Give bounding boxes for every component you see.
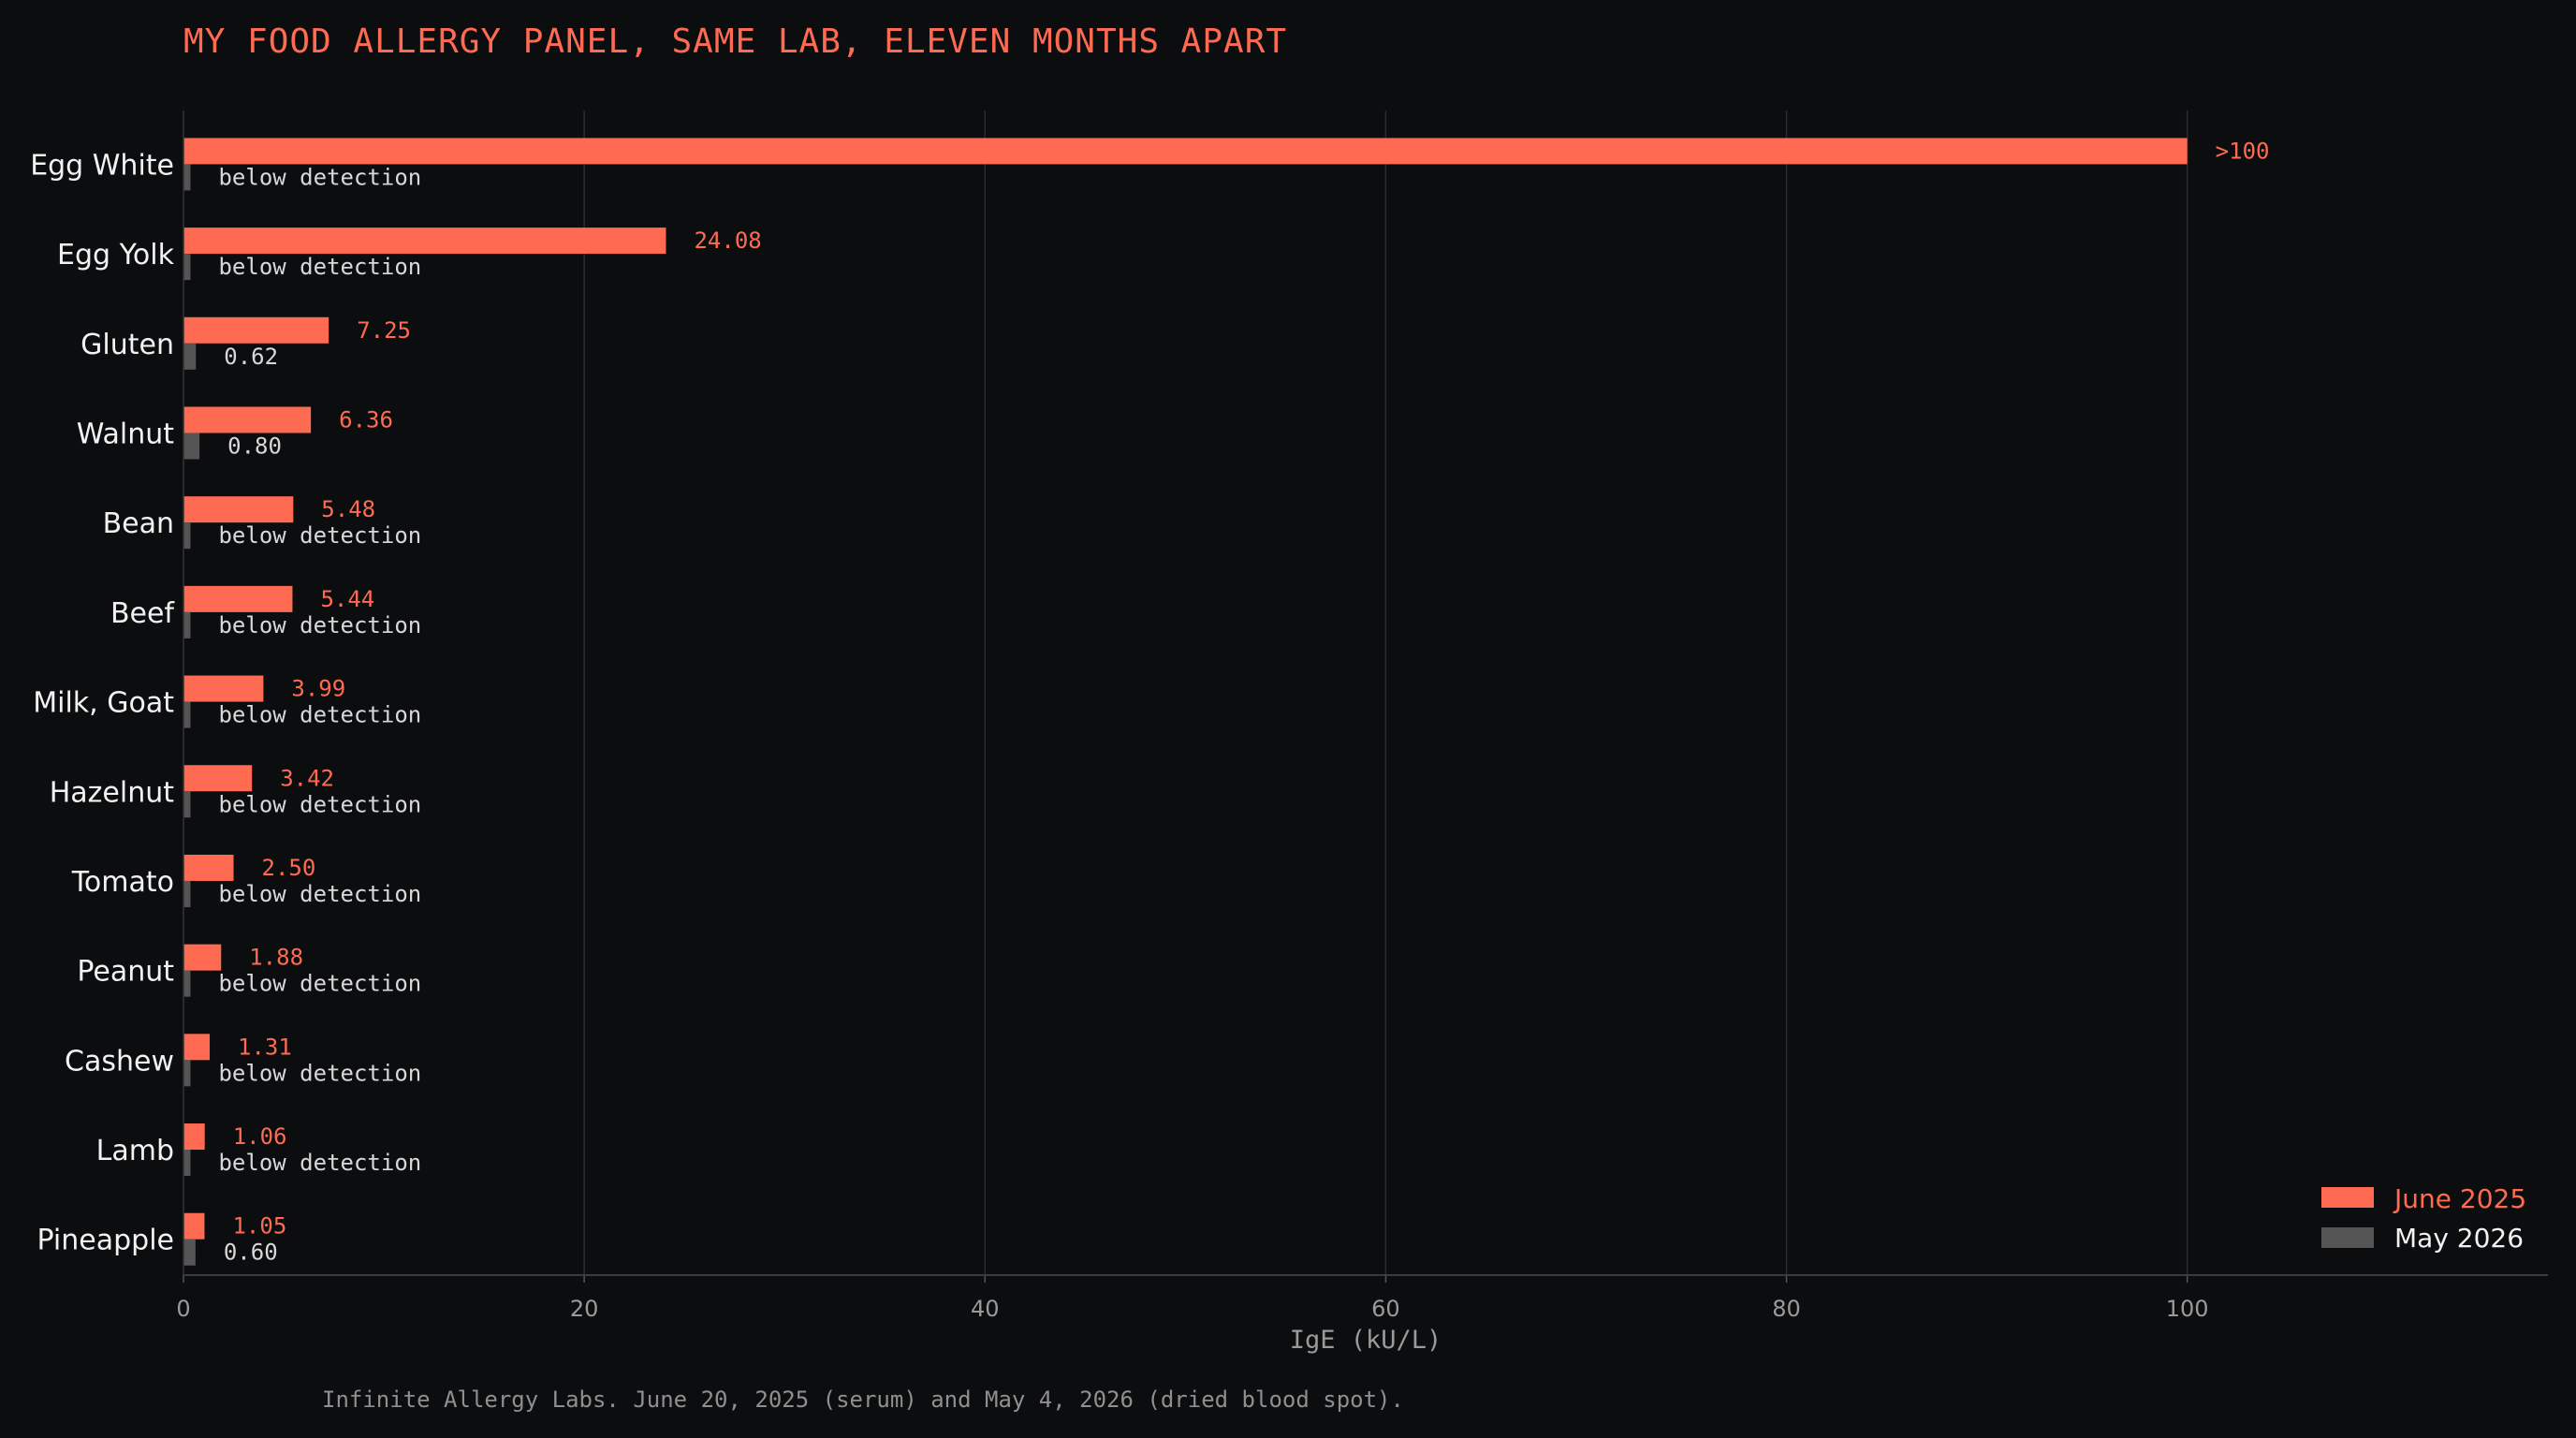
x-tick-label-0: 0 <box>176 1296 190 1322</box>
legend-swatch-june-2025 <box>2321 1187 2374 1208</box>
category-label-egg-yolk: Egg Yolk <box>57 239 175 271</box>
value-label-may-2026-bean: below detection <box>218 522 421 549</box>
bar-may-2026-tomato <box>183 880 191 907</box>
value-label-june-2025-hazelnut: 3.42 <box>280 765 334 791</box>
bar-june-2025-milk-goat <box>183 675 264 702</box>
x-tick-label-20: 20 <box>570 1296 599 1322</box>
category-label-peanut: Peanut <box>77 956 174 989</box>
x-tick-label-40: 40 <box>971 1296 1000 1322</box>
bar-may-2026-pineapple <box>183 1239 196 1266</box>
bar-may-2026-gluten <box>183 343 197 370</box>
value-label-may-2026-milk-goat: below detection <box>218 702 421 728</box>
bar-june-2025-bean <box>183 496 294 523</box>
category-label-pineapple: Pineapple <box>37 1225 175 1257</box>
x-tick-label-60: 60 <box>1371 1296 1400 1322</box>
value-label-june-2025-tomato: 2.50 <box>262 855 316 881</box>
bar-may-2026-hazelnut <box>183 791 191 818</box>
category-label-tomato: Tomato <box>71 866 174 899</box>
bar-may-2026-beef <box>183 611 191 638</box>
bar-june-2025-gluten <box>183 316 329 344</box>
bar-june-2025-hazelnut <box>183 765 253 792</box>
bar-may-2026-peanut <box>183 970 191 997</box>
category-label-gluten: Gluten <box>80 329 174 361</box>
value-label-may-2026-beef: below detection <box>218 612 421 638</box>
value-label-may-2026-cashew: below detection <box>218 1060 421 1086</box>
value-label-may-2026-egg-yolk: below detection <box>218 254 421 280</box>
value-label-june-2025-egg-yolk: 24.08 <box>694 227 761 254</box>
value-label-june-2025-cashew: 1.31 <box>238 1034 292 1060</box>
bar-june-2025-walnut <box>183 406 312 433</box>
bar-june-2025-egg-white <box>183 138 2188 165</box>
category-label-bean: Bean <box>103 507 174 540</box>
bar-may-2026-bean <box>183 522 191 550</box>
value-label-june-2025-peanut: 1.88 <box>249 945 303 971</box>
category-label-hazelnut: Hazelnut <box>50 776 175 809</box>
category-label-beef: Beef <box>110 597 175 630</box>
footnote: Infinite Allergy Labs. June 20, 2025 (se… <box>322 1387 1404 1413</box>
category-label-egg-white: Egg White <box>30 149 174 182</box>
value-label-may-2026-pineapple: 0.60 <box>224 1240 278 1266</box>
bar-may-2026-egg-yolk <box>183 254 191 281</box>
bar-may-2026-egg-white <box>183 164 191 191</box>
value-label-may-2026-walnut: 0.80 <box>227 433 282 459</box>
value-label-june-2025-bean: 5.48 <box>321 496 375 522</box>
chart-title: MY FOOD ALLERGY PANEL, SAME LAB, ELEVEN … <box>183 22 1287 61</box>
bar-june-2025-tomato <box>183 854 234 881</box>
value-label-june-2025-walnut: 6.36 <box>339 406 393 433</box>
bar-june-2025-beef <box>183 585 293 612</box>
value-label-may-2026-gluten: 0.62 <box>224 344 278 370</box>
value-label-june-2025-lamb: 1.06 <box>233 1123 287 1150</box>
legend-label-may-2026: May 2026 <box>2394 1223 2524 1254</box>
value-label-june-2025-pineapple: 1.05 <box>232 1213 286 1240</box>
category-label-walnut: Walnut <box>77 418 174 450</box>
value-label-june-2025-egg-white: >100 <box>2216 138 2270 164</box>
bar-may-2026-cashew <box>183 1060 191 1087</box>
bar-may-2026-walnut <box>183 433 200 460</box>
value-label-june-2025-milk-goat: 3.99 <box>291 676 345 702</box>
legend-swatch-may-2026 <box>2321 1227 2374 1248</box>
value-label-june-2025-gluten: 7.25 <box>357 317 411 344</box>
bar-june-2025-egg-yolk <box>183 227 666 255</box>
value-label-may-2026-peanut: below detection <box>218 971 421 997</box>
bar-june-2025-pineapple <box>183 1212 205 1240</box>
x-tick-label-80: 80 <box>1772 1296 1801 1322</box>
bar-may-2026-lamb <box>183 1150 191 1177</box>
bar-may-2026-milk-goat <box>183 701 191 728</box>
x-tick-label-100: 100 <box>2166 1296 2209 1322</box>
x-axis-label: IgE (kU/L) <box>1290 1326 1442 1355</box>
legend-label-june-2025: June 2025 <box>2393 1183 2526 1214</box>
category-label-cashew: Cashew <box>65 1045 174 1078</box>
value-label-may-2026-lamb: below detection <box>218 1150 421 1176</box>
allergy-bar-chart: MY FOOD ALLERGY PANEL, SAME LAB, ELEVEN … <box>0 0 2576 1438</box>
category-label-lamb: Lamb <box>96 1135 174 1167</box>
value-label-may-2026-egg-white: below detection <box>218 164 421 190</box>
bar-june-2025-lamb <box>183 1123 205 1151</box>
value-label-may-2026-hazelnut: below detection <box>218 791 421 817</box>
category-label-milk-goat: Milk, Goat <box>33 687 174 720</box>
bar-june-2025-cashew <box>183 1034 211 1061</box>
bar-june-2025-peanut <box>183 944 222 971</box>
value-label-may-2026-tomato: below detection <box>218 881 421 907</box>
value-label-june-2025-beef: 5.44 <box>320 586 374 612</box>
